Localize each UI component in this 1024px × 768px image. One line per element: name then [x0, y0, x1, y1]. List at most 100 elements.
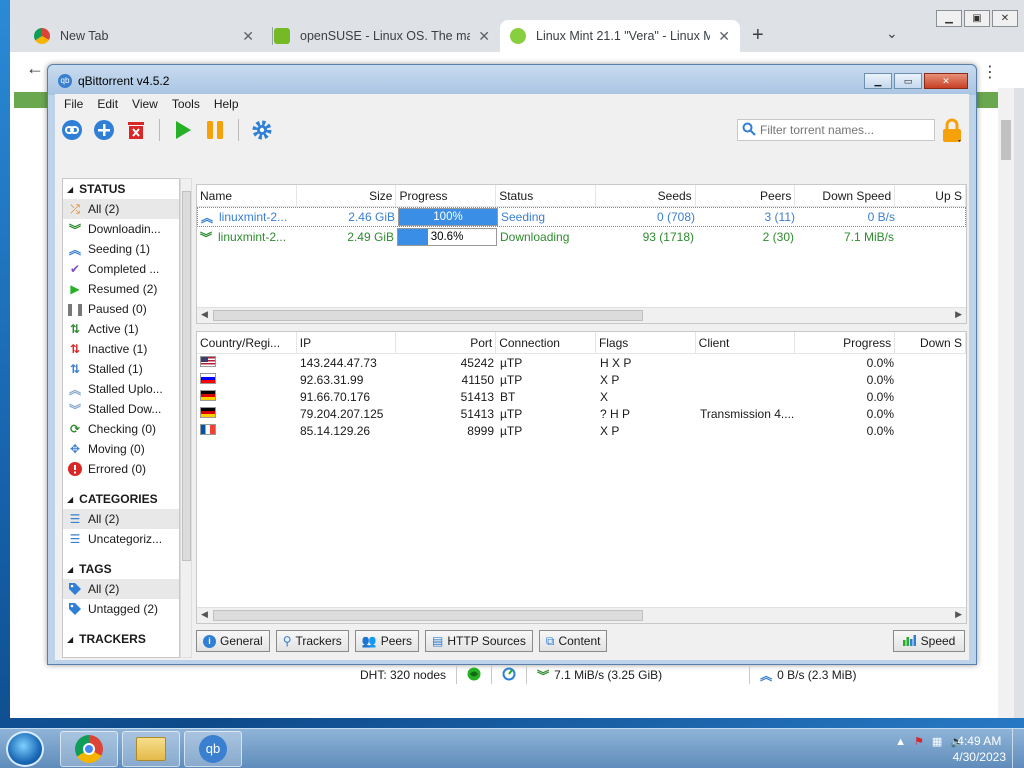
peers-list-hscroll[interactable]: ◀ ▶ — [197, 607, 966, 623]
tag-filter-untagged[interactable]: Untagged (2) — [63, 599, 179, 619]
menu-tools[interactable]: Tools — [165, 97, 207, 111]
category-filter-all[interactable]: ☰ All (2) — [63, 509, 179, 529]
taskbar-chrome[interactable] — [60, 731, 118, 767]
upload-speed[interactable]: 0 B/s (2.3 MiB) — [777, 668, 856, 682]
back-arrow-icon[interactable]: ← — [26, 58, 44, 79]
close-icon[interactable]: ✕ — [718, 28, 730, 45]
connection-status-icon[interactable] — [467, 667, 481, 684]
scroll-right-icon[interactable]: ▶ — [955, 609, 962, 620]
column-header[interactable]: Port — [396, 332, 497, 353]
torrent-row[interactable]: ︾ linuxmint-2... 2.49 GiB 30.6% Downloadi… — [197, 227, 966, 247]
sidebar-scrollbar[interactable] — [180, 178, 192, 658]
tab-opensuse[interactable]: openSUSE - Linux OS. The maker ✕ — [264, 20, 500, 52]
scrollbar-thumb[interactable] — [213, 610, 643, 621]
maximize-button[interactable]: ▣ — [964, 10, 990, 27]
status-filter-completed[interactable]: ✔ Completed ... — [63, 259, 179, 279]
start-button[interactable] — [6, 731, 44, 767]
status-filter-inactive[interactable]: ⇅ Inactive (1) — [63, 339, 179, 359]
status-filter-checking[interactable]: ⟳ Checking (0) — [63, 419, 179, 439]
column-header[interactable]: Connection — [496, 332, 596, 353]
peer-row[interactable]: 85.14.129.26 8999 µTP X P 0.0% — [197, 422, 966, 439]
filter-torrent-input[interactable] — [760, 123, 930, 137]
column-header[interactable]: Seeds — [596, 185, 696, 206]
lock-icon[interactable] — [941, 118, 963, 144]
scroll-right-icon[interactable]: ▶ — [955, 309, 962, 320]
show-desktop-button[interactable] — [1012, 729, 1024, 768]
column-header[interactable]: Peers — [696, 185, 796, 206]
download-speed[interactable]: 7.1 MiB/s (3.25 GiB) — [554, 668, 739, 682]
menu-edit[interactable]: Edit — [90, 97, 125, 111]
alt-speed-icon[interactable] — [502, 667, 516, 684]
categories-heading[interactable]: ◢ CATEGORIES — [63, 489, 179, 509]
column-header[interactable]: Name — [197, 185, 297, 206]
torrent-list-hscroll[interactable]: ◀ ▶ — [197, 307, 966, 323]
scrollbar-thumb[interactable] — [213, 310, 643, 321]
link-icon[interactable] — [61, 119, 83, 141]
category-filter-uncategorized[interactable]: ☰ Uncategoriz... — [63, 529, 179, 549]
close-icon[interactable]: ✕ — [242, 28, 254, 45]
taskbar-explorer[interactable] — [122, 731, 180, 767]
pause-icon[interactable] — [204, 119, 226, 141]
peer-row[interactable]: 79.204.207.125 51413 µTP ? H P Transmiss… — [197, 405, 966, 422]
menu-view[interactable]: View — [125, 97, 165, 111]
tab-new-tab[interactable]: New Tab ✕ — [24, 20, 264, 52]
status-filter-stalled[interactable]: ⇅ Stalled (1) — [63, 359, 179, 379]
status-heading[interactable]: ◢ STATUS — [63, 179, 179, 199]
tab-peers[interactable]: 👥 Peers — [354, 630, 420, 652]
scroll-left-icon[interactable]: ◀ — [201, 309, 208, 320]
column-header[interactable]: Down Speed — [795, 185, 896, 206]
close-button[interactable]: ✕ — [992, 10, 1018, 27]
tags-heading[interactable]: ◢ TAGS — [63, 559, 179, 579]
chevron-down-icon[interactable]: ⌄ — [886, 25, 898, 42]
show-hidden-icons-icon[interactable]: ▲ — [895, 736, 906, 748]
status-filter-resumed[interactable]: ▶ Resumed (2) — [63, 279, 179, 299]
tab-linux-mint[interactable]: Linux Mint 21.1 "Vera" - Linux Mi ✕ — [500, 20, 740, 52]
column-header[interactable]: Down S — [895, 332, 966, 353]
new-tab-button[interactable]: + — [752, 24, 764, 47]
status-filter-stalled-downloading[interactable]: ︾ Stalled Dow... — [63, 399, 179, 419]
options-icon[interactable] — [251, 119, 273, 141]
close-button[interactable]: ✕ — [924, 73, 968, 89]
minimize-button[interactable]: ▁ — [864, 73, 892, 89]
qb-titlebar[interactable]: qb qBittorrent v4.5.2 ▁ ▭ ✕ — [48, 65, 976, 95]
menu-file[interactable]: File — [57, 97, 90, 111]
status-filter-downloading[interactable]: ︾ Downloadin... — [63, 219, 179, 239]
network-icon[interactable]: ▦ — [932, 735, 942, 748]
peer-row[interactable]: 143.244.47.73 45242 µTP H X P 0.0% — [197, 354, 966, 371]
tab-http-sources[interactable]: ▤ HTTP Sources — [425, 630, 533, 652]
action-center-icon[interactable]: ⚑ — [914, 735, 924, 748]
clock[interactable]: 4:49 AM 4/30/2023 — [953, 733, 1006, 765]
scrollbar-thumb[interactable] — [182, 191, 191, 561]
status-filter-seeding[interactable]: ︽ Seeding (1) — [63, 239, 179, 259]
taskbar-qbittorrent[interactable]: qb — [184, 731, 242, 767]
speed-tab-button[interactable]: Speed — [893, 630, 965, 652]
peer-row[interactable]: 91.66.70.176 51413 BT X 0.0% — [197, 388, 966, 405]
status-filter-active[interactable]: ⇅ Active (1) — [63, 319, 179, 339]
column-header[interactable]: Progress — [795, 332, 896, 353]
status-filter-paused[interactable]: ❚❚ Paused (0) — [63, 299, 179, 319]
column-header[interactable]: Client — [696, 332, 796, 353]
menu-help[interactable]: Help — [207, 97, 246, 111]
tag-filter-all[interactable]: All (2) — [63, 579, 179, 599]
peer-row[interactable]: 92.63.31.99 41150 µTP X P 0.0% — [197, 371, 966, 388]
minimize-button[interactable]: ▁ — [936, 10, 962, 27]
column-header[interactable]: Status — [496, 185, 596, 206]
column-header[interactable]: Country/Regi... — [197, 332, 297, 353]
tab-general[interactable]: i General — [196, 630, 270, 652]
torrent-row[interactable]: ︽ linuxmint-2... 2.46 GiB 100% Seeding 0 … — [197, 207, 966, 227]
status-filter-all[interactable]: ⤮ All (2) — [63, 199, 179, 219]
scrollbar-thumb[interactable] — [1001, 120, 1011, 160]
maximize-button[interactable]: ▭ — [894, 73, 922, 89]
page-scrollbar[interactable] — [998, 88, 1014, 718]
column-header[interactable]: Flags — [596, 332, 696, 353]
tab-trackers[interactable]: ⚲ Trackers — [275, 630, 349, 652]
status-filter-moving[interactable]: ✥ Moving (0) — [63, 439, 179, 459]
column-header[interactable]: Progress — [396, 185, 497, 206]
tab-content[interactable]: ⧉ Content — [538, 630, 608, 652]
filter-box[interactable] — [737, 119, 935, 141]
status-filter-stalled-uploading[interactable]: ︽ Stalled Uplo... — [63, 379, 179, 399]
add-icon[interactable] — [93, 119, 115, 141]
status-filter-errored[interactable]: Errored (0) — [63, 459, 179, 479]
scroll-left-icon[interactable]: ◀ — [201, 609, 208, 620]
column-header[interactable]: Up S — [895, 185, 966, 206]
